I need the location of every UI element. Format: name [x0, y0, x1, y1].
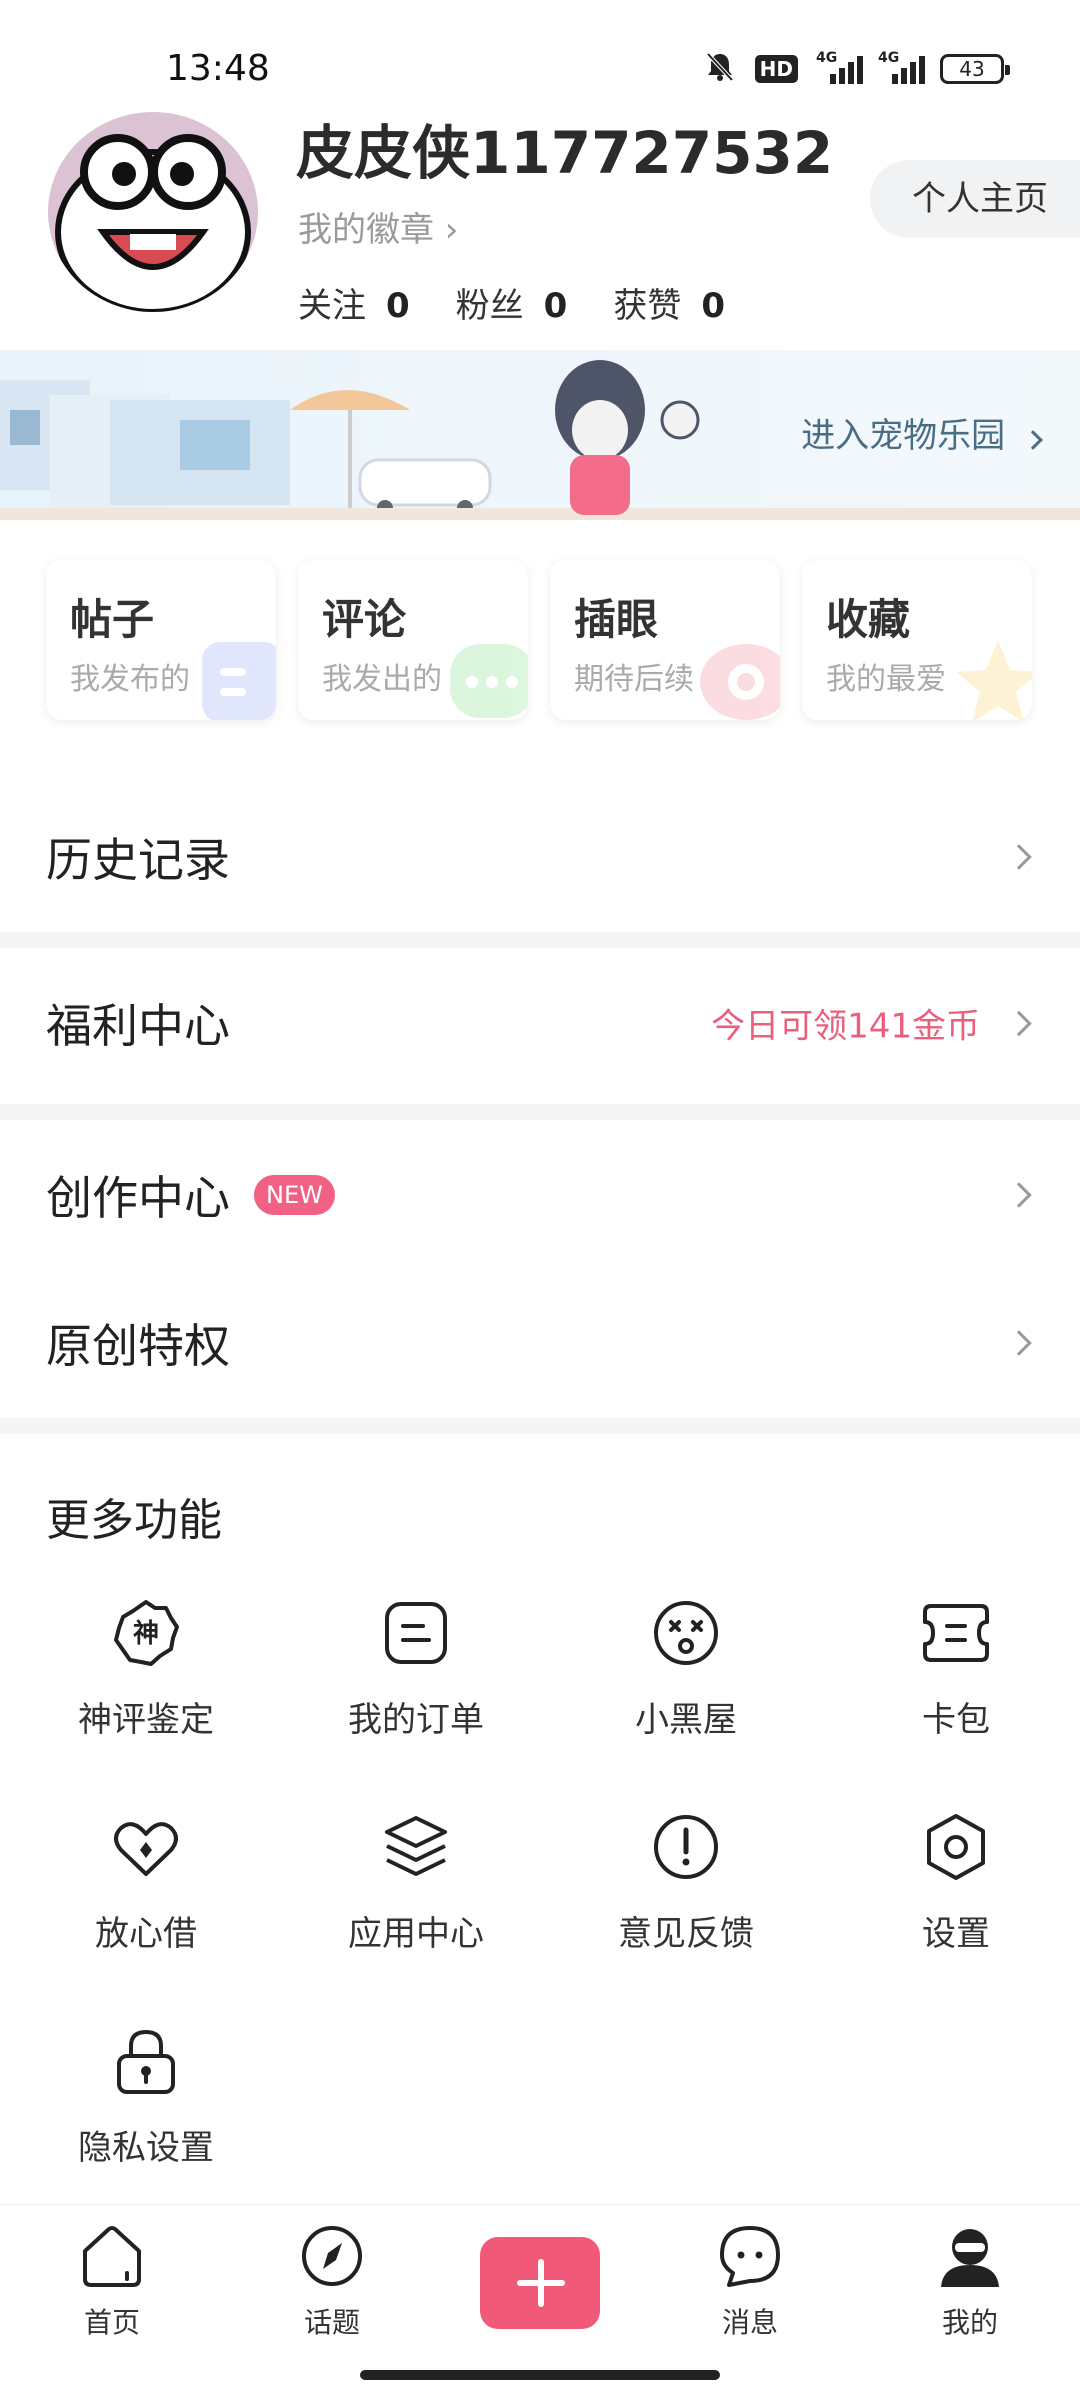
status-time: 13:48: [166, 48, 270, 89]
nav-label: 我的: [941, 2306, 998, 2339]
func-label: 应用中心: [348, 1914, 484, 1954]
welfare-center-row[interactable]: 福利中心 今日可领141金币: [0, 948, 1080, 1098]
row-label: 创作中心: [46, 1171, 230, 1225]
more-functions-title: 更多功能: [46, 1495, 222, 1546]
func-divine-review[interactable]: 神 神评鉴定: [36, 1598, 256, 1741]
chevron-right-icon: [1006, 1182, 1032, 1208]
func-label: 隐私设置: [78, 2128, 214, 2168]
func-label: 意见反馈: [618, 1914, 754, 1954]
func-blackroom[interactable]: 小黑屋: [576, 1598, 796, 1741]
my-badges-link[interactable]: 我的徽章 ›: [298, 202, 458, 251]
tile-bookmark-eye[interactable]: 插眼 期待后续: [550, 560, 780, 720]
func-label: 放心借: [95, 1914, 197, 1954]
tile-comments[interactable]: 评论 我发出的: [298, 560, 528, 720]
banner-cta[interactable]: 进入宠物乐园: [801, 408, 1043, 457]
stat-followers[interactable]: 粉丝 0: [456, 278, 568, 327]
chevron-right-icon: [1023, 430, 1043, 450]
func-label: 小黑屋: [635, 1700, 737, 1740]
tile-title: 插眼: [574, 595, 659, 644]
feedback-icon: [654, 1815, 718, 1879]
nav-topics[interactable]: 话题: [262, 2223, 402, 2341]
tile-subtitle: 我发布的: [70, 662, 190, 697]
row-label: 福利中心: [46, 999, 230, 1053]
tile-subtitle: 我的最爱: [826, 662, 946, 697]
home-indicator[interactable]: [360, 2370, 720, 2380]
stat-following[interactable]: 关注 0: [298, 278, 410, 327]
avatar[interactable]: [48, 112, 258, 312]
chevron-right-icon: [1006, 1330, 1032, 1356]
profile-stats: 关注 0 粉丝 0 获赞 0: [298, 278, 725, 327]
lock-icon: [117, 2029, 175, 2094]
new-badge: NEW: [254, 1175, 335, 1215]
username: 皮皮侠117727532: [296, 119, 834, 187]
nav-home[interactable]: 首页: [42, 2223, 182, 2341]
mute-bell-icon: [703, 50, 737, 88]
status-icons: HD 4G 4G 43: [703, 50, 1010, 88]
chat-bubble-icon: [450, 644, 528, 718]
history-row[interactable]: 历史记录: [0, 782, 1080, 932]
status-bar: 13:48 HD 4G 4G 43: [0, 0, 1080, 110]
hd-icon: HD: [754, 55, 798, 83]
signal-icon-1: 4G: [816, 50, 863, 84]
chevron-right-icon: [1006, 844, 1032, 870]
svg-text:神: 神: [133, 1619, 159, 1649]
tile-posts[interactable]: 帖子 我发布的: [46, 560, 276, 720]
loan-icon: [114, 1822, 178, 1876]
signal-icon-2: 4G: [878, 50, 925, 84]
func-label: 神评鉴定: [78, 1700, 214, 1740]
profile-ninja-icon: [941, 2229, 999, 2287]
section-divider: [0, 932, 1080, 948]
nav-label: 消息: [721, 2306, 778, 2339]
row-label: 原创特权: [46, 1319, 230, 1373]
message-bubble-icon: [720, 2226, 780, 2287]
creation-center-row[interactable]: 创作中心 NEW: [0, 1120, 1080, 1270]
row-label: 历史记录: [46, 833, 230, 887]
layers-icon: [385, 1816, 447, 1876]
dizzy-face-icon: [654, 1601, 718, 1665]
eye-icon: [700, 644, 780, 720]
stat-likes[interactable]: 获赞 0: [613, 278, 725, 327]
card-wallet-icon: [923, 1604, 989, 1662]
section-divider: [0, 1104, 1080, 1120]
note-icon: [202, 642, 276, 720]
tile-favorites[interactable]: 收藏 我的最爱: [802, 560, 1032, 720]
tile-subtitle: 我发出的: [322, 662, 442, 697]
tile-subtitle: 期待后续: [574, 662, 694, 697]
star-icon: [956, 640, 1032, 720]
chevron-right-icon: [1006, 1010, 1032, 1036]
tile-title: 帖子: [70, 595, 155, 644]
func-label: 我的订单: [348, 1700, 484, 1740]
pet-park-banner[interactable]: 进入宠物乐园: [0, 350, 1080, 520]
original-privileges-row[interactable]: 原创特权: [0, 1268, 1080, 1418]
func-privacy-settings[interactable]: 隐私设置: [36, 2026, 256, 2169]
section-divider: [0, 1418, 1080, 1434]
shen-badge-icon: 神: [114, 1600, 179, 1666]
welfare-promo-text: 今日可领141金币: [711, 1006, 980, 1047]
create-post-button[interactable]: [480, 2237, 600, 2329]
compass-icon: [302, 2226, 362, 2286]
nav-label: 首页: [83, 2306, 140, 2339]
battery-icon: 43: [940, 54, 1010, 84]
order-icon: [385, 1602, 447, 1664]
func-settings[interactable]: 设置: [846, 1812, 1066, 1955]
home-icon: [83, 2226, 141, 2287]
func-card-wallet[interactable]: 卡包: [846, 1598, 1066, 1741]
content-tiles: 帖子 我发布的 评论 我发出的 插眼 期待后续 收藏 我的最爱: [46, 560, 1032, 720]
func-feedback[interactable]: 意见反馈: [576, 1812, 796, 1955]
nav-mine[interactable]: 我的: [900, 2223, 1040, 2341]
func-label: 设置: [922, 1914, 990, 1954]
tile-title: 评论: [322, 595, 407, 644]
func-my-orders[interactable]: 我的订单: [306, 1598, 526, 1741]
func-label: 卡包: [922, 1700, 990, 1740]
nav-label: 话题: [303, 2306, 360, 2339]
personal-home-button[interactable]: 个人主页: [870, 160, 1080, 238]
tile-title: 收藏: [826, 595, 911, 644]
nav-messages[interactable]: 消息: [680, 2223, 820, 2341]
func-easy-loan[interactable]: 放心借: [36, 1812, 256, 1955]
func-app-center[interactable]: 应用中心: [306, 1812, 526, 1955]
settings-icon: [927, 1814, 985, 1880]
